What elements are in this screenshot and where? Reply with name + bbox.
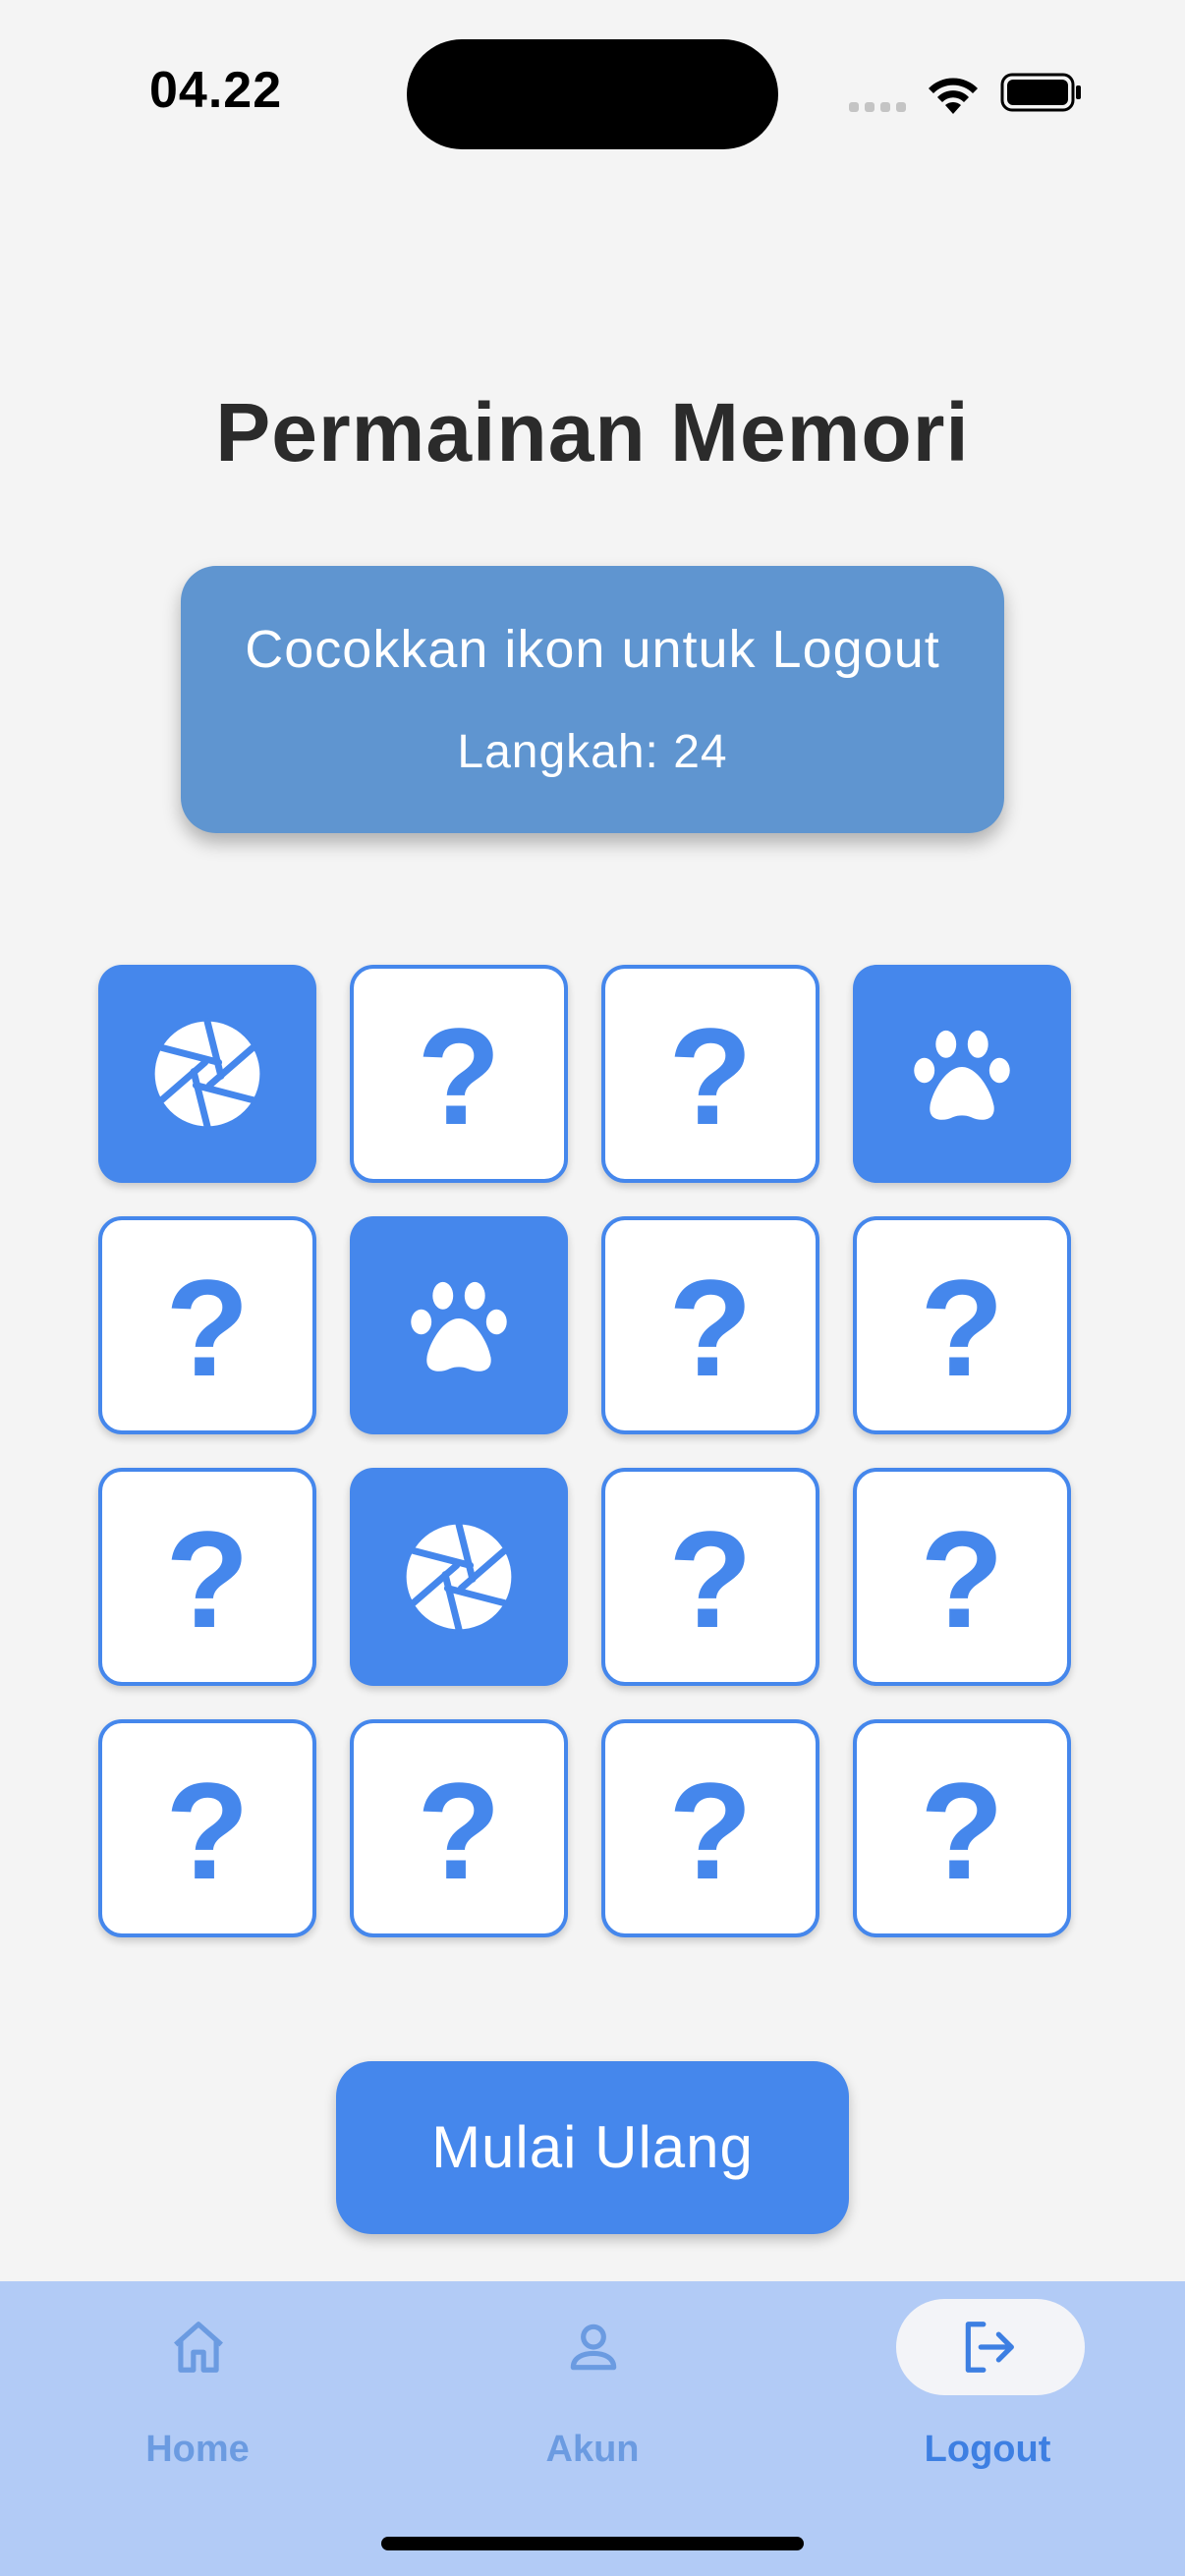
home-indicator <box>381 2537 804 2550</box>
memory-card[interactable] <box>853 965 1071 1183</box>
memory-card[interactable]: ? <box>350 965 568 1183</box>
memory-card[interactable]: ? <box>601 965 819 1183</box>
memory-card[interactable]: ? <box>98 1216 316 1434</box>
memory-card-grid: ???????????? <box>98 965 1071 1937</box>
memory-card[interactable]: ? <box>601 1719 819 1937</box>
camera-aperture-icon <box>402 1520 516 1634</box>
question-mark-icon: ? <box>920 1251 1004 1405</box>
memory-card[interactable]: ? <box>98 1719 316 1937</box>
steps-counter: Langkah: 24 <box>457 726 728 778</box>
question-mark-icon: ? <box>920 1754 1004 1908</box>
nav-item-logout[interactable]: Logout <box>790 2281 1185 2537</box>
person-icon <box>570 2324 617 2371</box>
page-title: Permainan Memori <box>215 386 970 478</box>
question-mark-icon: ? <box>165 1502 250 1656</box>
nav-label-logout: Logout <box>924 2429 1051 2470</box>
question-mark-icon: ? <box>417 1754 501 1908</box>
memory-card[interactable]: ? <box>601 1468 819 1686</box>
memory-card[interactable]: ? <box>98 1468 316 1686</box>
wifi-icon <box>929 78 978 114</box>
restart-button[interactable]: Mulai Ulang <box>336 2061 849 2234</box>
cellular-signal-icon <box>849 102 906 112</box>
question-mark-icon: ? <box>668 1251 753 1405</box>
memory-card[interactable]: ? <box>350 1719 568 1937</box>
paw-icon <box>402 1268 516 1382</box>
memory-card[interactable] <box>350 1216 568 1434</box>
nav-label-home: Home <box>145 2429 250 2470</box>
dynamic-island <box>407 39 778 149</box>
status-time: 04.22 <box>149 62 283 119</box>
paw-icon <box>905 1017 1019 1131</box>
question-mark-icon: ? <box>668 999 753 1153</box>
info-card: Cocokkan ikon untuk Logout Langkah: 24 <box>181 566 1004 833</box>
logout-icon <box>965 2322 1014 2373</box>
battery-icon <box>1000 73 1081 112</box>
memory-card[interactable]: ? <box>853 1216 1071 1434</box>
question-mark-icon: ? <box>417 999 501 1153</box>
instruction-text: Cocokkan ikon untuk Logout <box>245 620 940 679</box>
memory-card[interactable]: ? <box>601 1216 819 1434</box>
home-icon <box>174 2322 223 2373</box>
question-mark-icon: ? <box>165 1251 250 1405</box>
memory-card[interactable] <box>98 965 316 1183</box>
memory-card[interactable]: ? <box>853 1719 1071 1937</box>
memory-card[interactable] <box>350 1468 568 1686</box>
memory-card[interactable]: ? <box>853 1468 1071 1686</box>
question-mark-icon: ? <box>165 1754 250 1908</box>
nav-item-home[interactable]: Home <box>0 2281 395 2537</box>
memory-game-screen: 04.22 Permainan Memori Cocokkan ikon unt… <box>0 0 1185 2576</box>
camera-aperture-icon <box>150 1017 264 1131</box>
question-mark-icon: ? <box>668 1502 753 1656</box>
question-mark-icon: ? <box>920 1502 1004 1656</box>
nav-item-akun[interactable]: Akun <box>395 2281 790 2537</box>
nav-label-akun: Akun <box>545 2429 640 2470</box>
bottom-navigation: Home Akun Logout <box>0 2281 1185 2576</box>
question-mark-icon: ? <box>668 1754 753 1908</box>
